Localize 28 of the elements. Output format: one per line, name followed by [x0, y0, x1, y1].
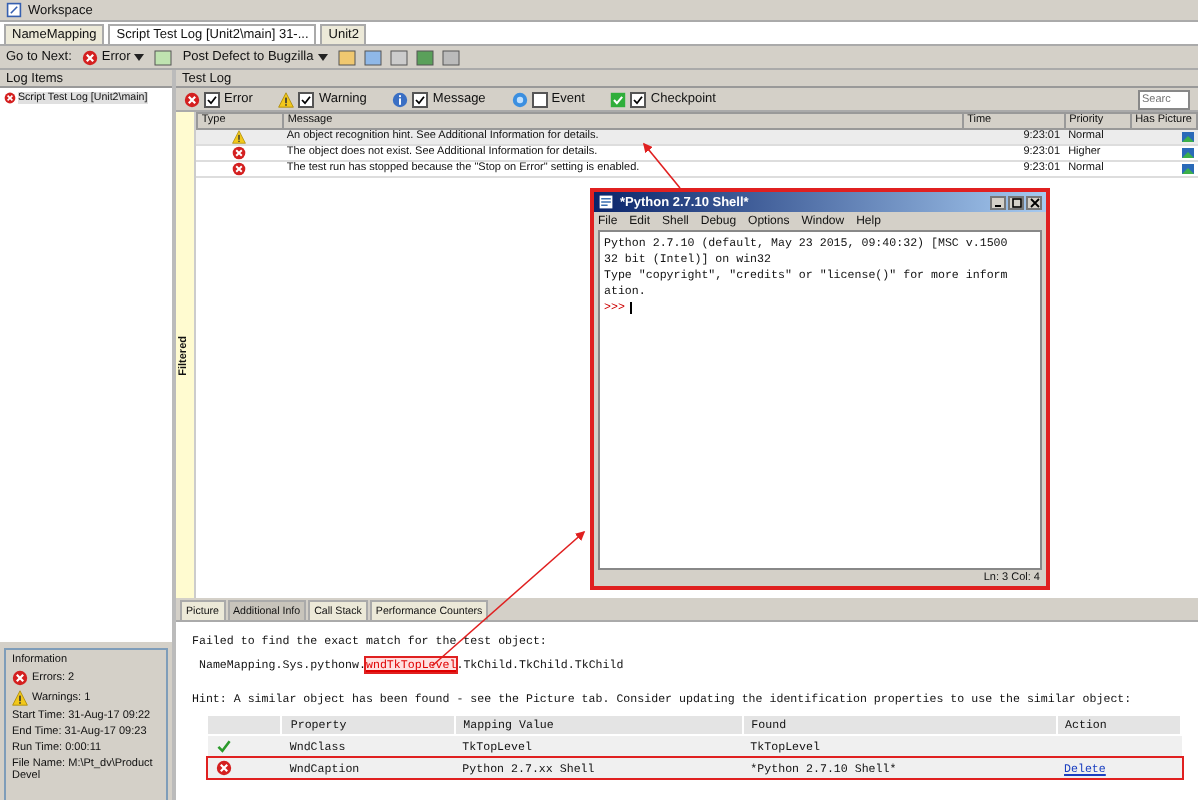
warning-icon — [232, 130, 247, 144]
checkpoint-icon — [610, 91, 627, 107]
caret-icon — [134, 53, 145, 61]
minimize-button[interactable] — [990, 195, 1006, 209]
picture-icon — [1181, 132, 1193, 142]
error-icon — [12, 670, 28, 686]
maximize-icon — [1011, 197, 1021, 207]
workspace-icon — [6, 2, 22, 18]
warning-icon — [12, 690, 28, 706]
error-icon — [81, 49, 98, 65]
picture-icon — [1181, 148, 1193, 158]
event-icon — [511, 91, 528, 107]
close-icon — [1029, 197, 1039, 207]
filter-checkbox[interactable] — [298, 91, 315, 107]
maximize-button[interactable] — [1008, 195, 1024, 209]
info-icon — [392, 91, 409, 107]
error-icon — [184, 91, 200, 107]
caret-icon — [317, 53, 328, 61]
close-button[interactable] — [1026, 195, 1042, 209]
warning-icon — [278, 91, 295, 107]
python-icon — [598, 194, 614, 210]
check-icon — [216, 738, 232, 754]
text-cursor — [630, 301, 633, 313]
filter-checkbox[interactable] — [412, 91, 429, 107]
filter-checkbox[interactable] — [531, 91, 548, 107]
picture-icon — [1181, 164, 1193, 174]
filter-checkbox[interactable] — [204, 91, 220, 107]
filter-checkbox[interactable] — [630, 91, 647, 107]
